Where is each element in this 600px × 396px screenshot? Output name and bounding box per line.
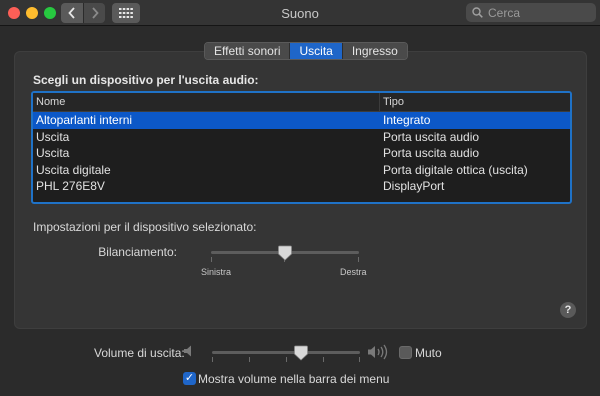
balance-slider-thumb[interactable] — [278, 245, 292, 261]
device-name: Uscita — [36, 146, 70, 160]
device-type: Porta uscita audio — [383, 146, 480, 160]
show-volume-checkbox[interactable]: ✓ — [183, 372, 196, 385]
column-header-name[interactable]: Nome — [33, 93, 380, 111]
device-type: DisplayPort — [383, 179, 445, 193]
table-row[interactable]: Altoparlanti interni Integrato — [33, 112, 570, 129]
table-row[interactable]: Uscita Porta uscita audio — [33, 129, 570, 146]
table-row[interactable]: Uscita digitale Porta digitale ottica (u… — [33, 162, 570, 179]
balance-tick-left — [211, 257, 212, 262]
volume-tick — [286, 357, 287, 362]
balance-right-label: Destra — [340, 267, 367, 277]
device-name: Uscita digitale — [36, 162, 111, 177]
output-volume-label: Volume di uscita: — [94, 346, 185, 360]
device-name: Altoparlanti interni — [36, 113, 133, 127]
search-field[interactable]: Cerca — [466, 3, 596, 22]
balance-left-label: Sinistra — [201, 267, 232, 277]
device-type: Porta digitale ottica (uscita) — [383, 162, 528, 177]
output-panel: Scegli un dispositivo per l'uscita audio… — [14, 51, 587, 329]
volume-tick — [249, 357, 250, 362]
checkmark-icon: ✓ — [184, 372, 195, 384]
volume-tick — [212, 357, 213, 362]
volume-tick — [323, 357, 324, 362]
device-type: Porta uscita audio — [383, 129, 480, 144]
column-header-type[interactable]: Tipo — [380, 93, 570, 111]
device-name: Uscita — [36, 129, 70, 144]
device-type: Integrato — [383, 113, 431, 127]
speaker-high-icon — [368, 344, 388, 360]
tab-ingresso[interactable]: Ingresso — [341, 43, 407, 59]
section-title: Scegli un dispositivo per l'uscita audio… — [33, 73, 259, 87]
volume-tick — [359, 357, 360, 362]
table-row[interactable]: PHL 276E8V DisplayPort — [33, 178, 570, 195]
show-volume-label: Mostra volume nella barra dei menu — [198, 372, 390, 386]
device-settings-label: Impostazioni per il dispositivo selezion… — [33, 220, 257, 234]
volume-slider-track[interactable] — [212, 351, 360, 354]
search-icon — [472, 7, 483, 18]
search-placeholder: Cerca — [488, 5, 521, 20]
question-icon: ? — [564, 304, 572, 316]
mute-label: Muto — [415, 346, 442, 360]
sound-preferences-window: Suono Cerca Scegli un dispositivo per l'… — [0, 0, 600, 396]
table-row[interactable]: Uscita Porta uscita audio — [33, 145, 570, 162]
mute-checkbox[interactable] — [399, 346, 412, 359]
balance-label: Bilanciamento: — [98, 245, 177, 259]
table-header: Nome Tipo — [33, 93, 570, 112]
balance-tick-right — [358, 257, 359, 262]
tab-bar: Effetti sonori Uscita Ingresso — [204, 42, 408, 60]
help-button[interactable]: ? — [560, 302, 576, 318]
title-bar: Suono Cerca — [0, 0, 600, 26]
tab-effetti-sonori[interactable]: Effetti sonori — [205, 43, 290, 59]
tab-uscita[interactable]: Uscita — [289, 43, 342, 59]
device-name: PHL 276E8V — [36, 179, 105, 193]
speaker-low-icon — [184, 345, 191, 357]
volume-slider-thumb[interactable] — [293, 345, 308, 361]
output-device-table[interactable]: Nome Tipo Altoparlanti interni Integrato… — [31, 91, 572, 204]
